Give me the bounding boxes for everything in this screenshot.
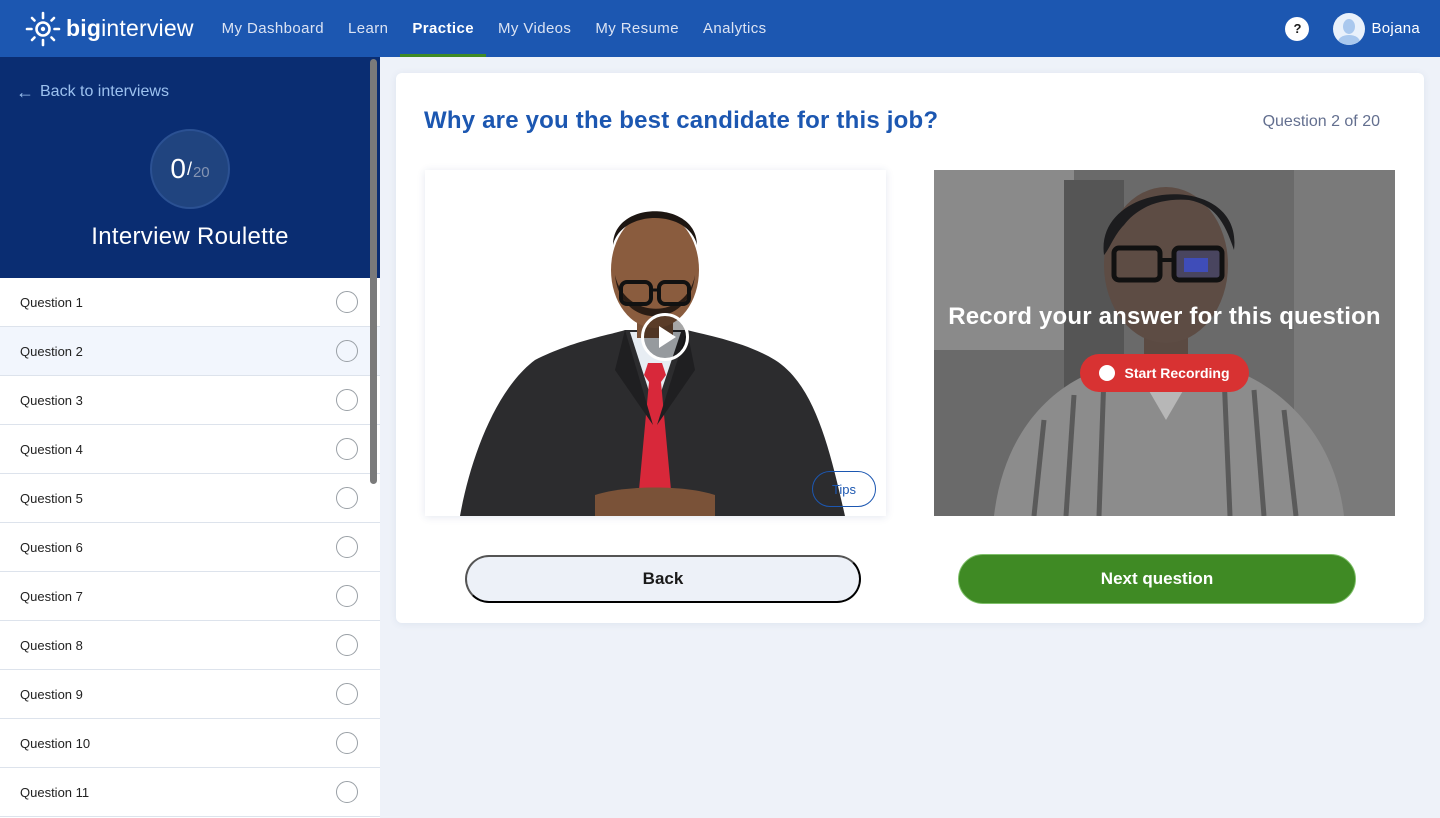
question-list-item[interactable]: Question 3	[0, 376, 380, 425]
brand-logo[interactable]: biginterview	[24, 0, 194, 57]
question-label: Question 4	[20, 441, 83, 457]
sidebar-scrollbar[interactable]	[370, 59, 377, 484]
incomplete-circle-icon	[336, 634, 358, 656]
tips-button[interactable]: Tips	[812, 471, 876, 507]
question-list-item[interactable]: Question 2	[0, 327, 380, 376]
arrow-left-icon: ←	[16, 82, 34, 102]
question-label: Question 8	[20, 637, 83, 653]
progress-indicator: 0 / 20	[150, 129, 230, 209]
start-recording-label: Start Recording	[1124, 365, 1230, 381]
incomplete-circle-icon	[336, 438, 358, 460]
question-list-item[interactable]: Question 5	[0, 474, 380, 523]
nav-item-my-resume[interactable]: My Resume	[583, 0, 691, 57]
next-question-button[interactable]: Next question	[958, 554, 1356, 604]
back-to-interviews-label: Back to interviews	[40, 83, 169, 100]
back-button[interactable]: Back	[465, 555, 861, 603]
sidebar-header: ← Back to interviews 0 / 20 Interview Ro…	[0, 57, 380, 278]
incomplete-circle-icon	[336, 291, 358, 313]
start-recording-button[interactable]: Start Recording	[1080, 354, 1249, 392]
sun-icon	[24, 10, 62, 48]
progress-total: 20	[192, 163, 210, 181]
avatar-head-shape	[1343, 18, 1356, 34]
question-list-item[interactable]: Question 4	[0, 425, 380, 474]
question-list-item[interactable]: Question 10	[0, 719, 380, 768]
webcam-preview	[934, 170, 1395, 516]
nav-item-learn[interactable]: Learn	[336, 0, 400, 57]
incomplete-circle-icon	[336, 683, 358, 705]
interviewer-video[interactable]: Tips	[425, 170, 886, 516]
user-area: ? Bojana	[1285, 0, 1420, 57]
play-icon	[659, 326, 676, 348]
question-list-item[interactable]: Question 11	[0, 768, 380, 817]
question-counter: Question 2 of 20	[1262, 113, 1380, 130]
brand-name-bold: big	[66, 15, 102, 41]
incomplete-circle-icon	[336, 585, 358, 607]
top-navigation-bar: biginterview My Dashboard Learn Practice…	[0, 0, 1440, 57]
main-nav: My Dashboard Learn Practice My Videos My…	[210, 0, 779, 57]
question-label: Question 10	[20, 735, 91, 751]
interview-title: Interview Roulette	[91, 223, 289, 250]
help-button[interactable]: ?	[1285, 16, 1310, 41]
incomplete-circle-icon	[336, 781, 358, 803]
brand-name-light: interview	[101, 15, 194, 41]
record-dot-icon	[1099, 365, 1116, 381]
incomplete-circle-icon	[336, 487, 358, 509]
user-name[interactable]: Bojana	[1371, 20, 1420, 37]
question-list-item[interactable]: Question 7	[0, 572, 380, 621]
question-label: Question 3	[20, 392, 83, 408]
question-list-item[interactable]: Question 6	[0, 523, 380, 572]
question-list: Question 1 Question 2 Question 3 Questio…	[0, 278, 380, 817]
nav-item-my-dashboard[interactable]: My Dashboard	[210, 0, 336, 57]
incomplete-circle-icon	[336, 340, 358, 362]
question-sidebar: ← Back to interviews 0 / 20 Interview Ro…	[0, 57, 380, 818]
incomplete-circle-icon	[336, 732, 358, 754]
play-button[interactable]	[641, 313, 689, 361]
question-list-item[interactable]: Question 9	[0, 670, 380, 719]
question-list-item[interactable]: Question 8	[0, 621, 380, 670]
question-label: Question 5	[20, 490, 83, 506]
incomplete-circle-icon	[336, 536, 358, 558]
avatar-body-shape	[1338, 34, 1361, 45]
question-label: Question 7	[20, 588, 83, 604]
progress-completed: 0	[170, 153, 186, 184]
question-label: Question 9	[20, 686, 83, 702]
question-list-item[interactable]: Question 1	[0, 278, 380, 327]
question-title: Why are you the best candidate for this …	[424, 107, 939, 134]
question-label: Question 2	[20, 343, 83, 359]
webcam-recorder: Record your answer for this question Sta…	[934, 170, 1395, 516]
question-label: Question 6	[20, 539, 83, 555]
question-label: Question 11	[20, 784, 90, 800]
brand-name: biginterview	[66, 15, 194, 42]
nav-item-my-videos[interactable]: My Videos	[486, 0, 583, 57]
avatar[interactable]	[1333, 12, 1366, 45]
record-prompt: Record your answer for this question	[948, 303, 1381, 330]
question-card: Why are you the best candidate for this …	[396, 73, 1424, 623]
back-to-interviews-link[interactable]: ← Back to interviews	[16, 83, 169, 101]
nav-item-analytics[interactable]: Analytics	[691, 0, 779, 57]
nav-item-practice[interactable]: Practice	[400, 0, 486, 57]
question-label: Question 1	[20, 294, 83, 310]
progress-separator: /	[186, 158, 192, 179]
incomplete-circle-icon	[336, 389, 358, 411]
